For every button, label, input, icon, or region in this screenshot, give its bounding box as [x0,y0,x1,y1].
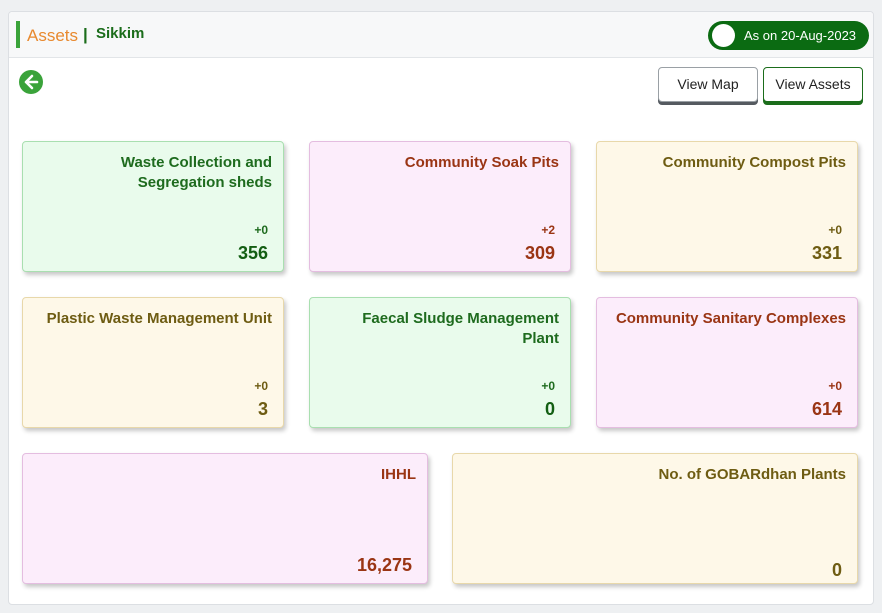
card-value: 3 [257,399,268,419]
title-separator: | [83,25,88,44]
view-map-button[interactable]: View Map [658,67,758,102]
as-on-date: As on 20-Aug-2023 [744,28,857,43]
card-gobardhan-plants[interactable]: No. of GOBARdhan Plants 0 [452,453,858,584]
card-delta: +0 [541,379,555,393]
page-title: Assets [27,26,79,45]
card-value: 309 [524,243,555,263]
card-title: Community Compost Pits [663,153,846,173]
card-title-line: No. of GOBARdhan Plants [658,466,847,483]
card-community-compost-pits[interactable]: Community Compost Pits +0 331 [596,141,858,272]
card-value: 0 [544,399,555,419]
card-community-soak-pits[interactable]: Community Soak Pits +2 309 [309,141,571,272]
card-delta: +0 [828,223,842,237]
card-title: No. of GOBARdhan Plants [659,465,847,485]
card-value: 16,275 [356,555,412,575]
card-delta: +2 [541,223,555,237]
card-title-line: IHHL [381,466,416,483]
card-value: 614 [811,399,842,419]
panel-header: Assets | Sikkim As on 20-Aug-2023 [9,12,873,58]
card-title: Faecal Sludge Management Plant [362,309,559,349]
header-accent-bar [16,21,20,48]
toggle-knob-icon[interactable] [712,24,735,47]
card-value: 0 [831,560,842,580]
card-faecal-sludge-management[interactable]: Faecal Sludge Management Plant +0 0 [309,297,571,428]
card-delta: +0 [828,379,842,393]
card-title-line: Faecal Sludge Management [362,310,559,327]
card-title-line: Plastic Waste Management Unit [46,310,272,327]
card-title: Community Soak Pits [405,153,559,173]
card-title: Plastic Waste Management Unit [47,309,272,329]
view-assets-button[interactable]: View Assets [763,67,863,102]
card-ihhl[interactable]: IHHL 16,275 [22,453,428,584]
card-title-line: Segregation sheds [137,174,272,191]
card-value: 331 [811,243,842,263]
date-toggle[interactable]: As on 20-Aug-2023 [708,21,869,50]
card-waste-collection[interactable]: Waste Collection and Segregation sheds +… [22,141,284,272]
card-delta: +0 [254,223,268,237]
card-title-line: Waste Collection and [120,154,272,171]
card-plastic-waste-management[interactable]: Plastic Waste Management Unit +0 3 [22,297,284,428]
card-community-sanitary-complexes[interactable]: Community Sanitary Complexes +0 614 [596,297,858,428]
state-name: Sikkim [96,25,145,42]
card-title-line: Community Sanitary Complexes [615,310,846,327]
card-title: IHHL [381,465,416,485]
card-value: 356 [237,243,268,263]
back-arrow-icon[interactable] [19,70,43,94]
card-title: Waste Collection and Segregation sheds [121,153,272,193]
card-title-line: Community Compost Pits [662,154,846,171]
card-title: Community Sanitary Complexes [616,309,846,329]
assets-panel: Assets | Sikkim As on 20-Aug-2023 View M… [8,11,874,605]
card-title-line: Community Soak Pits [404,154,559,171]
card-title-line: Plant [522,330,559,347]
card-delta: +0 [254,379,268,393]
